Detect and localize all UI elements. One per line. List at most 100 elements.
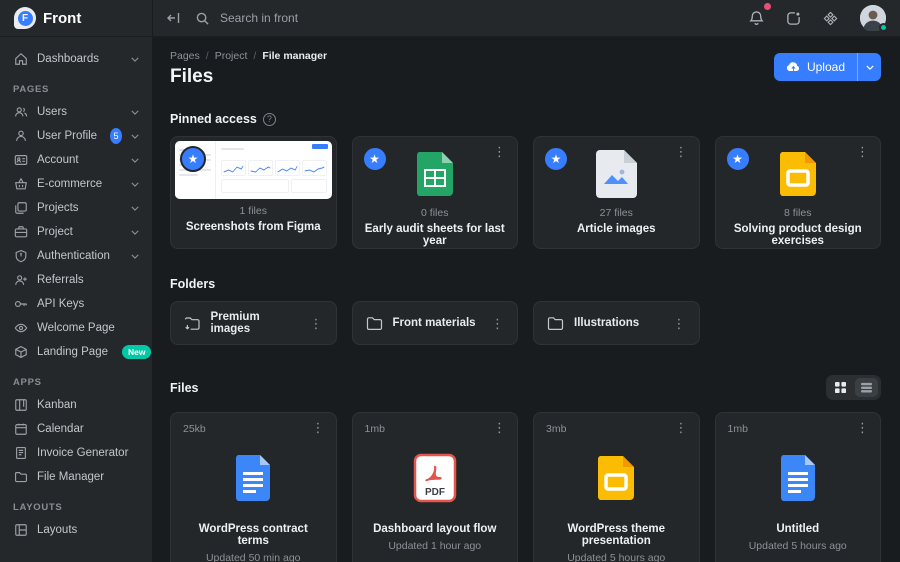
star-icon[interactable]: ★ xyxy=(180,146,206,172)
star-icon[interactable]: ★ xyxy=(543,146,569,172)
folder-card[interactable]: Illustrations ⋮ xyxy=(533,301,700,345)
page-title: Files xyxy=(170,66,214,87)
sidebar-collapse-icon[interactable] xyxy=(167,12,180,24)
sidebar-item-authentication[interactable]: Authentication xyxy=(0,244,152,268)
apps-launcher-button[interactable] xyxy=(823,11,838,26)
chevron-down-icon xyxy=(131,57,139,62)
sidebar-item-ecommerce[interactable]: E-commerce xyxy=(0,172,152,196)
chevron-down-icon xyxy=(131,182,139,187)
pinned-card[interactable]: ★ ⋮ 8 files Solving product design exerc… xyxy=(714,136,881,249)
pinned-card[interactable]: ★ ⋮ 27 files Article images xyxy=(533,136,700,249)
more-options-button[interactable]: ⋮ xyxy=(675,421,688,434)
sidebar-item-kanban[interactable]: Kanban xyxy=(0,393,152,417)
more-options-button[interactable]: ⋮ xyxy=(856,145,869,158)
landing-page-new-badge: New xyxy=(121,345,152,359)
pinned-grid: ★ 1 files Screenshots from Figma ★ ⋮ 0 f… xyxy=(170,136,881,249)
chevron-down-icon xyxy=(131,110,139,115)
star-icon[interactable]: ★ xyxy=(361,146,388,172)
sidebar-item-file-manager[interactable]: File Manager xyxy=(0,465,152,489)
folder-card[interactable]: Front materials ⋮ xyxy=(351,301,518,345)
more-options-button[interactable]: ⋮ xyxy=(312,421,325,434)
more-options-button[interactable]: ⋮ xyxy=(856,421,869,434)
apps-grid-icon xyxy=(823,11,838,25)
breadcrumb-project[interactable]: Project xyxy=(215,50,248,62)
sidebar-item-layouts[interactable]: Layouts xyxy=(0,518,152,542)
chevron-down-icon xyxy=(131,254,139,259)
home-icon xyxy=(13,52,28,66)
more-options-button[interactable]: ⋮ xyxy=(493,145,506,158)
folder-name: Illustrations xyxy=(574,317,640,329)
front-logo-icon: F xyxy=(14,7,36,29)
sidebar-item-project[interactable]: Project xyxy=(0,220,152,244)
activity-icon xyxy=(787,11,800,25)
more-options-button[interactable]: ⋮ xyxy=(310,317,323,330)
more-options-button[interactable]: ⋮ xyxy=(491,317,504,330)
image-file-icon xyxy=(596,150,638,198)
chevron-down-icon xyxy=(865,64,874,70)
key-icon xyxy=(13,297,28,311)
sidebar-section-pages: PAGES xyxy=(13,84,50,95)
file-card[interactable]: 1mb ⋮ Untitled Updated 5 hours ago xyxy=(714,412,881,562)
folder-card[interactable]: Premium images ⋮ xyxy=(170,301,337,345)
file-card[interactable]: 1mb ⋮ PDF Dashboard layout flow Updated … xyxy=(351,412,518,562)
topbar-icons xyxy=(749,3,888,33)
pinned-card-name: Screenshots from Figma xyxy=(185,221,321,233)
search-input[interactable] xyxy=(218,10,438,26)
sidebar-item-projects[interactable]: Projects xyxy=(0,196,152,220)
topbar: F Front xyxy=(0,0,900,37)
file-card[interactable]: 3mb ⋮ WordPress theme presentation Updat… xyxy=(533,412,700,562)
sidebar-item-calendar[interactable]: Calendar xyxy=(0,417,152,441)
sidebar-item-invoice-generator[interactable]: Invoice Generator xyxy=(0,441,152,465)
more-options-button[interactable]: ⋮ xyxy=(493,421,506,434)
user-profile-count-badge: 5 xyxy=(110,128,122,144)
sidebar-item-user-profile[interactable]: User Profile 5 xyxy=(0,124,152,148)
help-icon[interactable]: ? xyxy=(262,112,276,126)
view-toggle xyxy=(826,375,881,400)
sidebar-item-api-keys[interactable]: API Keys xyxy=(0,292,152,316)
brand[interactable]: F Front xyxy=(0,0,152,36)
star-icon[interactable]: ★ xyxy=(724,146,751,172)
sidebar-section-apps: APPS xyxy=(13,377,42,388)
more-options-button[interactable]: ⋮ xyxy=(673,317,686,330)
files-grid: 25kb ⋮ WordPress contract terms Updated … xyxy=(170,412,881,562)
cube-icon xyxy=(13,345,28,359)
file-manager-app: F Front Search in front Dashboards PAGES… xyxy=(0,0,900,562)
activity-button[interactable] xyxy=(786,11,801,26)
list-view-button[interactable] xyxy=(855,378,878,397)
person-plus-icon xyxy=(13,273,28,287)
file-name: Dashboard layout flow xyxy=(373,523,497,535)
breadcrumb-pages[interactable]: Pages xyxy=(170,50,200,62)
sidebar-item-landing-page[interactable]: Landing Page New xyxy=(0,340,152,364)
list-view-icon xyxy=(861,382,872,393)
file-size: 1mb xyxy=(364,423,385,435)
sidebar-item-referrals[interactable]: Referrals xyxy=(0,268,152,292)
google-sheets-icon xyxy=(416,152,453,196)
person-icon xyxy=(13,129,28,143)
pinned-card[interactable]: ★ ⋮ 0 files Early audit sheets for last … xyxy=(351,136,518,249)
file-updated: Updated 1 hour ago xyxy=(388,540,482,552)
folder-name: Premium images xyxy=(210,311,260,335)
notifications-button[interactable] xyxy=(749,3,771,26)
upload-button[interactable]: Upload xyxy=(773,53,881,81)
sidebar-item-account[interactable]: Account xyxy=(0,148,152,172)
grid-view-button[interactable] xyxy=(829,378,852,397)
search-bar[interactable] xyxy=(196,10,749,26)
sidebar-item-dashboards[interactable]: Dashboards xyxy=(0,47,152,71)
bell-icon xyxy=(749,11,764,25)
file-card[interactable]: 25kb ⋮ WordPress contract terms Updated … xyxy=(170,412,337,562)
pinned-card-name: Solving product design exercises xyxy=(733,223,862,247)
pinned-card[interactable]: ★ 1 files Screenshots from Figma xyxy=(170,136,337,249)
user-avatar[interactable] xyxy=(860,5,888,33)
sidebar-item-users[interactable]: Users xyxy=(0,100,152,124)
folders-grid: Premium images ⋮ Front materials ⋮ Illus… xyxy=(170,301,881,345)
pinned-access-title: Pinned access ? xyxy=(170,112,881,126)
pdf-file-icon: PDF xyxy=(413,453,456,503)
kanban-icon xyxy=(13,398,28,412)
sidebar-item-welcome-page[interactable]: Welcome Page xyxy=(0,316,152,340)
upload-dropdown-toggle[interactable] xyxy=(857,53,881,81)
grid-view-icon xyxy=(835,382,846,393)
more-options-button[interactable]: ⋮ xyxy=(675,145,688,158)
search-icon xyxy=(196,12,209,25)
eye-icon xyxy=(13,321,28,335)
folders-title: Folders xyxy=(170,277,216,291)
